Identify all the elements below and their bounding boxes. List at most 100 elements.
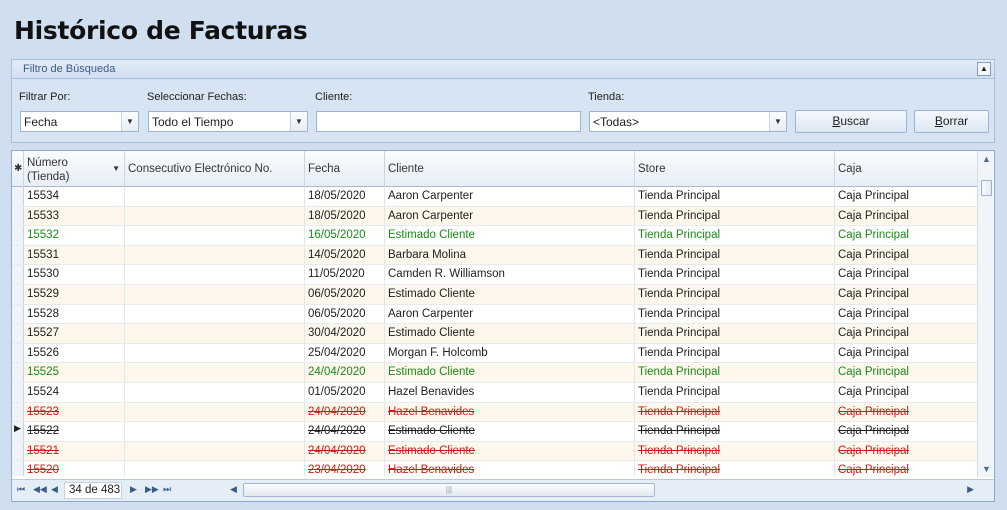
row-indicator[interactable] <box>12 402 24 422</box>
scroll-thumb[interactable] <box>981 180 992 196</box>
filter-header[interactable]: Filtro de Búsqueda ▲ <box>12 60 994 79</box>
col-store[interactable]: Store <box>635 151 835 187</box>
cell-consecutivo[interactable] <box>125 187 305 206</box>
cell-consecutivo[interactable] <box>125 441 305 461</box>
last-record-icon[interactable]: ⏭ <box>163 484 171 495</box>
cell-consecutivo[interactable] <box>125 265 305 284</box>
row-indicator[interactable] <box>12 382 24 402</box>
cell-numero[interactable]: 15525 <box>24 363 125 382</box>
row-indicator[interactable] <box>12 441 24 461</box>
table-row[interactable]: ▶ 15522 24/04/2020 Estimado Cliente Tienda P… <box>12 422 978 442</box>
table-row[interactable]: 15528 06/05/2020 Aaron Carpenter Tienda Pri… <box>12 304 978 325</box>
cell-store[interactable]: Tienda Principal <box>635 284 835 304</box>
cell-cliente[interactable]: Hazel Benavides <box>385 461 635 476</box>
cell-fecha[interactable]: 23/04/2020 <box>305 461 385 476</box>
table-row[interactable]: 15526 25/04/2020 Morgan F. Holcomb Tienda P… <box>12 343 978 364</box>
cell-numero[interactable]: 15531 <box>24 245 125 265</box>
store-select[interactable]: <Todas> ▼ <box>589 111 787 132</box>
dates-select[interactable]: Todo el Tiempo ▼ <box>148 111 308 132</box>
cell-store[interactable]: Tienda Principal <box>635 441 835 461</box>
horizontal-scrollbar[interactable]: ◀ ||| ▶ <box>228 482 976 499</box>
cell-cliente[interactable]: Estimado Cliente <box>385 284 635 304</box>
cell-fecha[interactable]: 24/04/2020 <box>305 441 385 461</box>
cell-consecutivo[interactable] <box>125 206 305 226</box>
cell-numero[interactable]: 15528 <box>24 304 125 324</box>
vertical-scrollbar[interactable]: ▲ ▼ <box>977 151 994 477</box>
cell-fecha[interactable]: 06/05/2020 <box>305 304 385 324</box>
cell-numero[interactable]: 15524 <box>24 382 125 402</box>
cell-cliente[interactable]: Hazel Benavides <box>385 402 635 422</box>
select-all-icon[interactable]: ✱ <box>12 151 24 187</box>
cell-numero[interactable]: 15533 <box>24 206 125 226</box>
cell-cliente[interactable]: Estimado Cliente <box>385 422 635 441</box>
cell-caja[interactable]: Caja Principal <box>835 206 978 226</box>
row-indicator[interactable] <box>12 245 24 265</box>
cell-fecha[interactable]: 24/04/2020 <box>305 422 385 441</box>
cell-consecutivo[interactable] <box>125 226 305 245</box>
row-indicator[interactable] <box>12 324 24 343</box>
cell-fecha[interactable]: 01/05/2020 <box>305 382 385 402</box>
table-row[interactable]: 15521 24/04/2020 Estimado Cliente Tienda Pr… <box>12 441 978 462</box>
table-row[interactable]: 15529 06/05/2020 Estimado Cliente Tienda Pr… <box>12 284 978 305</box>
cell-numero[interactable]: 15532 <box>24 226 125 245</box>
cell-cliente[interactable]: Estimado Cliente <box>385 441 635 461</box>
cell-numero[interactable]: 15527 <box>24 324 125 343</box>
cell-store[interactable]: Tienda Principal <box>635 363 835 382</box>
scroll-up-icon[interactable]: ▲ <box>980 154 993 164</box>
cell-cliente[interactable]: Estimado Cliente <box>385 363 635 382</box>
cell-fecha[interactable]: 18/05/2020 <box>305 206 385 226</box>
cell-fecha[interactable]: 30/04/2020 <box>305 324 385 343</box>
clear-button[interactable]: Borrar <box>914 110 989 133</box>
filter-by-select[interactable]: Fecha ▼ <box>20 111 139 132</box>
cell-caja[interactable]: Caja Principal <box>835 382 978 402</box>
row-indicator[interactable] <box>12 187 24 206</box>
cell-fecha[interactable]: 24/04/2020 <box>305 363 385 382</box>
row-indicator[interactable] <box>12 265 24 284</box>
cell-cliente[interactable]: Hazel Benavides <box>385 382 635 402</box>
table-row[interactable]: 15530 11/05/2020 Camden R. Williamson Tiend… <box>12 265 978 285</box>
table-row[interactable]: 15527 30/04/2020 Estimado Cliente Tienda Pr… <box>12 324 978 344</box>
cell-consecutivo[interactable] <box>125 363 305 382</box>
col-consecutivo[interactable]: Consecutivo Electrónico No. <box>125 151 305 187</box>
cell-consecutivo[interactable] <box>125 402 305 422</box>
prev-record-icon[interactable]: ◀ <box>51 484 58 495</box>
cell-store[interactable]: Tienda Principal <box>635 265 835 284</box>
cell-fecha[interactable]: 11/05/2020 <box>305 265 385 284</box>
cell-caja[interactable]: Caja Principal <box>835 441 978 461</box>
hscroll-thumb[interactable]: ||| <box>243 483 655 497</box>
cell-store[interactable]: Tienda Principal <box>635 382 835 402</box>
cell-numero[interactable]: 15526 <box>24 343 125 363</box>
row-indicator[interactable] <box>12 226 24 245</box>
cell-consecutivo[interactable] <box>125 461 305 476</box>
col-numero[interactable]: Número (Tienda) ▼ <box>24 151 125 187</box>
cell-store[interactable]: Tienda Principal <box>635 402 835 422</box>
col-fecha[interactable]: Fecha <box>305 151 385 187</box>
cell-cliente[interactable]: Estimado Cliente <box>385 324 635 343</box>
cell-numero[interactable]: 15529 <box>24 284 125 304</box>
cell-numero[interactable]: 15521 <box>24 441 125 461</box>
cell-cliente[interactable]: Estimado Cliente <box>385 226 635 245</box>
client-input[interactable] <box>316 111 581 132</box>
table-row[interactable]: 15520 23/04/2020 Hazel Benavides Tienda Pri… <box>12 461 978 476</box>
col-caja[interactable]: Caja <box>835 151 978 187</box>
cell-caja[interactable]: Caja Principal <box>835 402 978 422</box>
chevron-down-icon[interactable]: ▼ <box>121 112 138 131</box>
scroll-left-icon[interactable]: ◀ <box>230 484 237 495</box>
cell-caja[interactable]: Caja Principal <box>835 284 978 304</box>
cell-fecha[interactable]: 06/05/2020 <box>305 284 385 304</box>
cell-store[interactable]: Tienda Principal <box>635 206 835 226</box>
next-record-icon[interactable]: ▶ <box>130 484 137 495</box>
cell-fecha[interactable]: 25/04/2020 <box>305 343 385 363</box>
scroll-down-icon[interactable]: ▼ <box>980 464 993 474</box>
cell-numero[interactable]: 15523 <box>24 402 125 422</box>
row-indicator[interactable] <box>12 343 24 363</box>
cell-caja[interactable]: Caja Principal <box>835 245 978 265</box>
cell-fecha[interactable]: 18/05/2020 <box>305 187 385 206</box>
cell-numero[interactable]: 15530 <box>24 265 125 284</box>
cell-numero[interactable]: 15534 <box>24 187 125 206</box>
cell-numero[interactable]: 15522 <box>24 422 125 441</box>
cell-consecutivo[interactable] <box>125 284 305 304</box>
cell-consecutivo[interactable] <box>125 422 305 441</box>
cell-store[interactable]: Tienda Principal <box>635 461 835 476</box>
table-row[interactable]: 15533 18/05/2020 Aaron Carpenter Tienda Pri… <box>12 206 978 227</box>
